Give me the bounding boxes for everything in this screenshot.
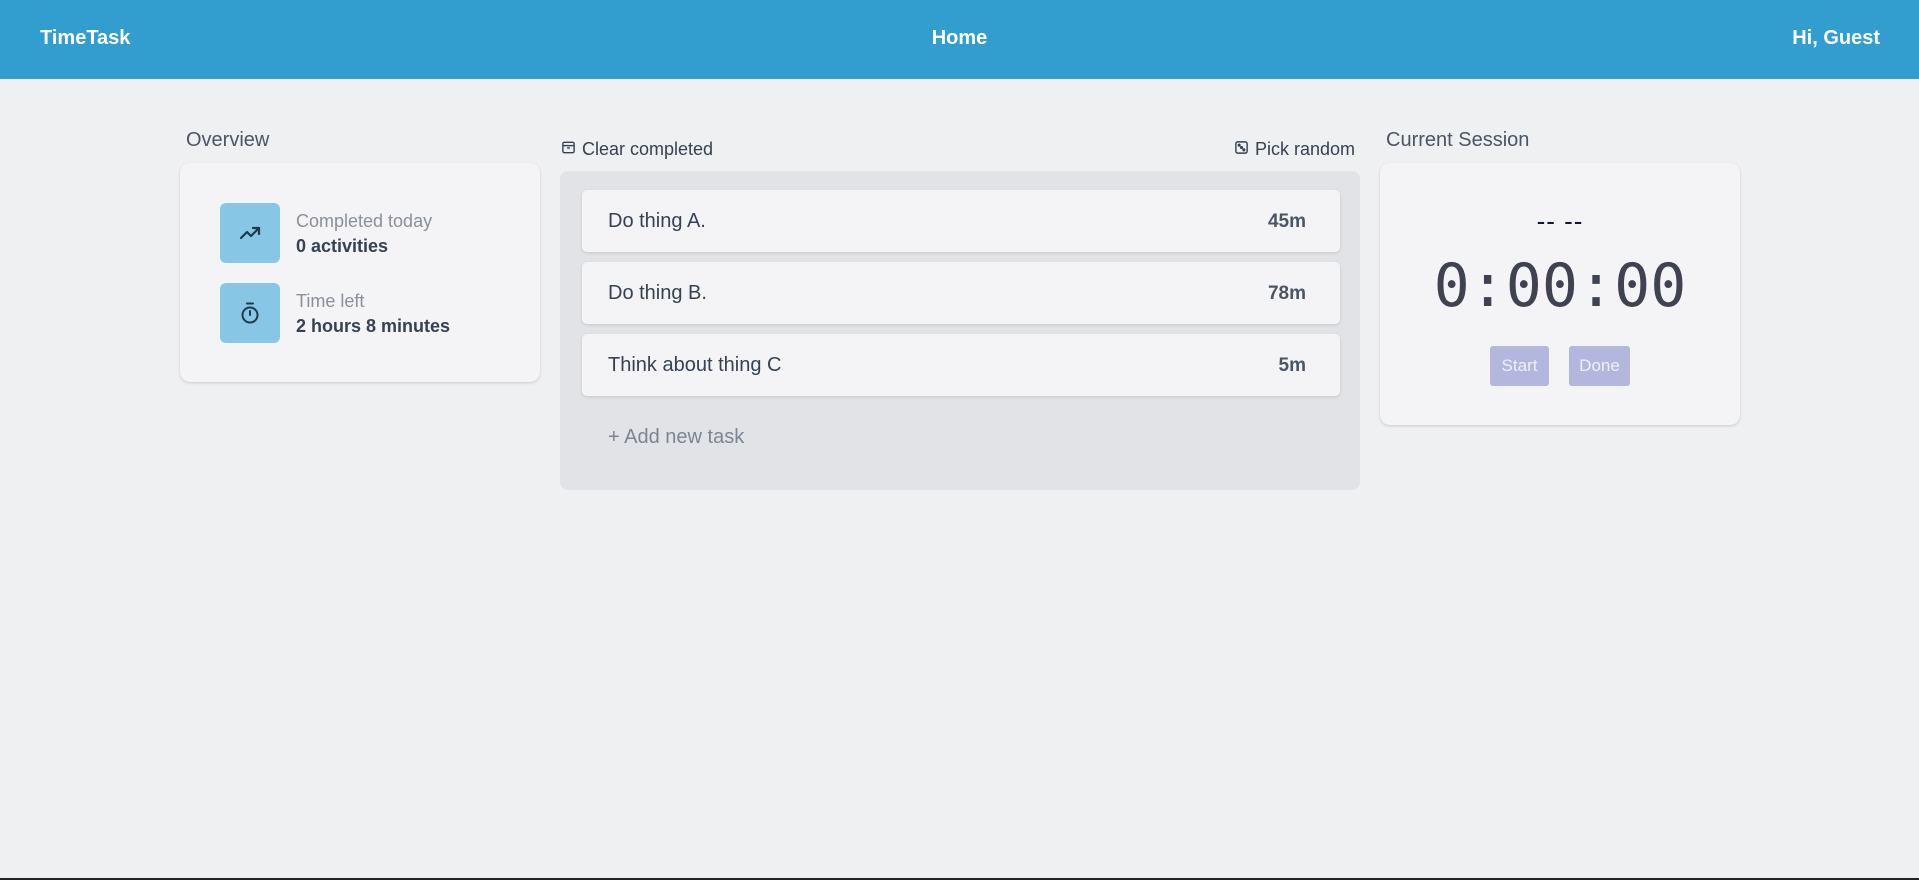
task-list: Do thing A. 45m Do thing B. 78m Think ab… bbox=[560, 171, 1360, 490]
task-name: Do thing A. bbox=[608, 210, 706, 232]
task-duration: 45m bbox=[1267, 211, 1306, 232]
clear-completed-button[interactable]: Clear completed bbox=[561, 139, 713, 160]
stat-time-left: Time left 2 hours 8 minutes bbox=[220, 283, 520, 343]
dice-icon bbox=[1234, 139, 1249, 160]
page-title[interactable]: Home bbox=[0, 27, 1919, 50]
task-name: Think about thing C bbox=[608, 354, 782, 376]
stopwatch-icon bbox=[220, 283, 280, 343]
session-card: -- -- 0:00:00 Start Done bbox=[1380, 163, 1740, 425]
pick-random-label: Pick random bbox=[1255, 139, 1356, 159]
pick-random-button[interactable]: Pick random bbox=[1234, 139, 1355, 160]
brand-logo[interactable]: TimeTask bbox=[40, 27, 130, 50]
clear-completed-label: Clear completed bbox=[582, 139, 714, 159]
task-name: Do thing B. bbox=[608, 282, 707, 304]
task-duration: 5m bbox=[1278, 355, 1306, 376]
session-timer: 0:00:00 bbox=[1433, 251, 1687, 321]
stat-value: 0 activities bbox=[296, 236, 389, 256]
stat-label: Time left bbox=[296, 291, 365, 311]
top-bar: Home TimeTask Hi, Guest bbox=[0, 0, 1919, 79]
session-title: Current Session bbox=[1386, 129, 1530, 151]
add-task-button[interactable]: + Add new task bbox=[608, 426, 744, 449]
stat-value: 2 hours 8 minutes bbox=[296, 316, 451, 336]
stat-completed-today: Completed today 0 activities bbox=[220, 203, 520, 263]
overview-card: Completed today 0 activities Time left 2… bbox=[180, 163, 540, 382]
task-item[interactable]: Do thing B. 78m bbox=[582, 262, 1340, 324]
session-status: -- -- bbox=[1536, 206, 1584, 236]
stat-label: Completed today bbox=[296, 211, 433, 231]
done-button[interactable]: Done bbox=[1569, 346, 1630, 386]
task-item[interactable]: Think about thing C 5m bbox=[582, 334, 1340, 396]
task-duration: 78m bbox=[1267, 283, 1306, 304]
task-item[interactable]: Do thing A. 45m bbox=[582, 190, 1340, 252]
user-greeting[interactable]: Hi, Guest bbox=[1792, 27, 1880, 50]
start-button[interactable]: Start bbox=[1490, 346, 1549, 386]
archive-icon bbox=[561, 139, 576, 160]
overview-title: Overview bbox=[186, 129, 270, 151]
trending-up-icon bbox=[220, 203, 280, 263]
